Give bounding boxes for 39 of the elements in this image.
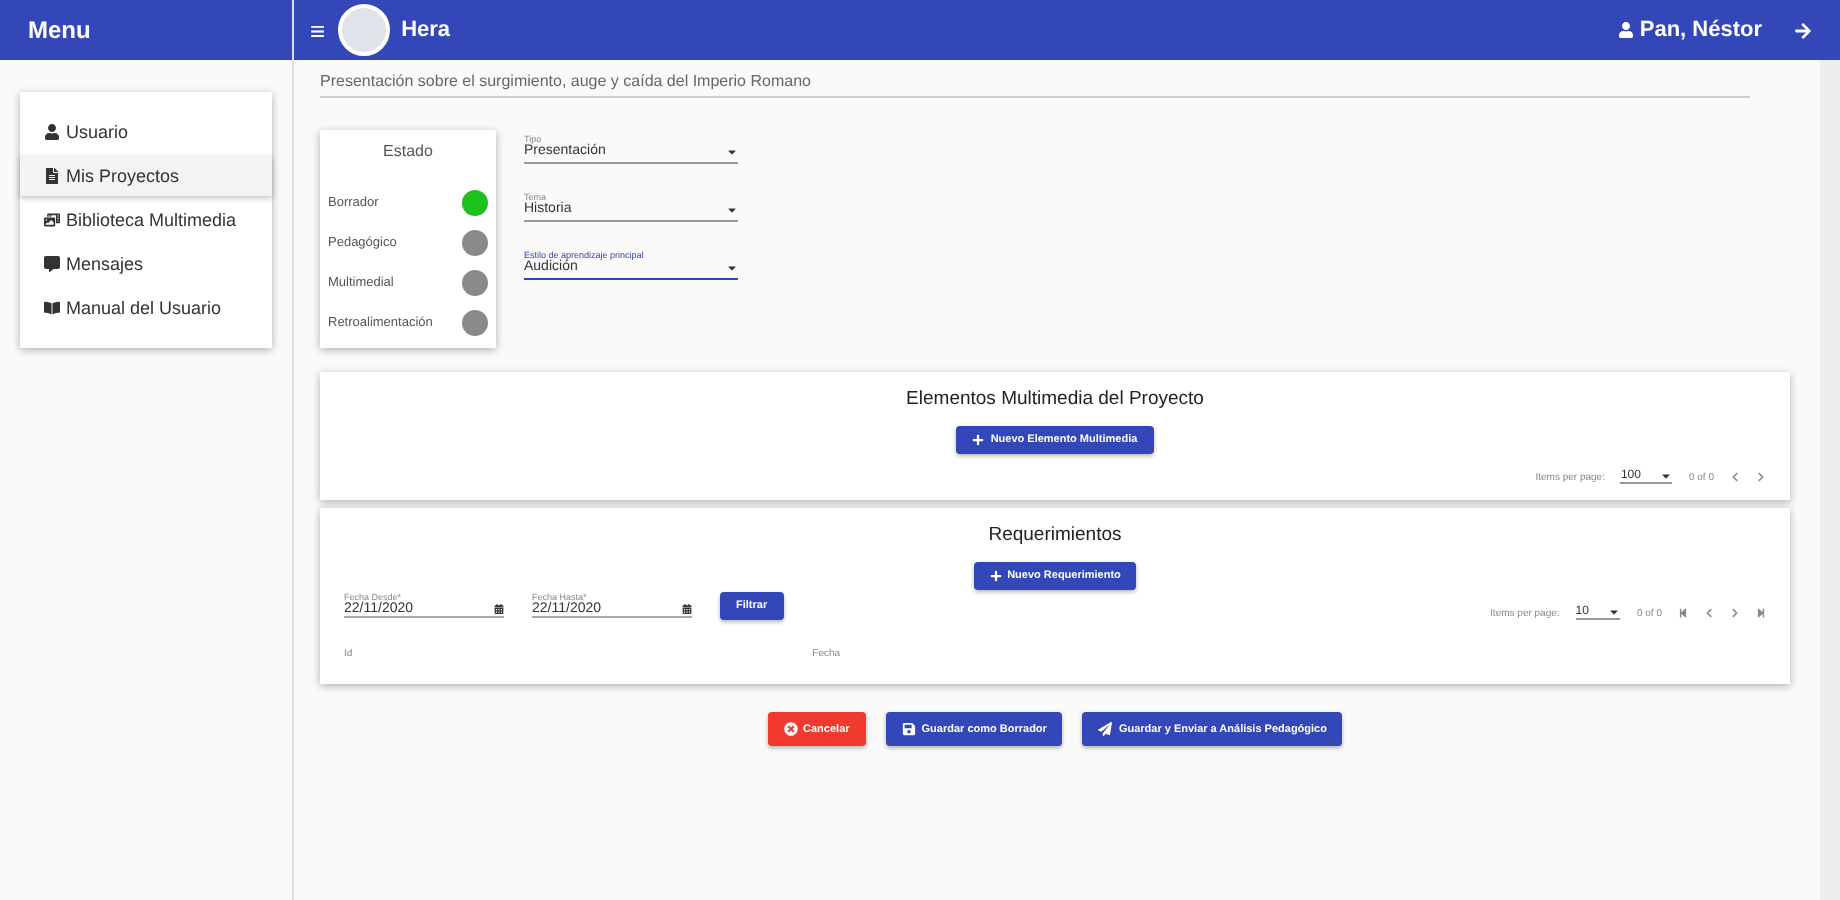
sidebar-item[interactable]: Manual del Usuario — [20, 288, 272, 328]
calendar-icon[interactable] — [494, 604, 504, 614]
book-icon — [44, 300, 60, 316]
media-icon — [44, 212, 60, 228]
plus-icon — [989, 570, 1002, 582]
sidebar-item[interactable]: Usuario — [20, 112, 272, 152]
user-icon — [1617, 22, 1634, 38]
dropdown-caret-icon — [726, 203, 738, 215]
send-icon — [1098, 722, 1113, 736]
dropdown-caret-icon — [726, 261, 738, 273]
dropdown-caret-icon — [726, 145, 738, 157]
next-page-icon[interactable] — [1756, 472, 1766, 482]
dropdown-caret-icon — [1660, 470, 1673, 482]
first-page-icon[interactable] — [1678, 608, 1688, 618]
previous-page-icon[interactable] — [1730, 472, 1740, 482]
sidebar-item[interactable]: Mensajes — [20, 244, 272, 284]
chat-icon — [44, 256, 60, 272]
dropdown-caret-icon — [1608, 606, 1621, 618]
document-icon — [44, 168, 60, 184]
logout-icon[interactable] — [1794, 21, 1812, 39]
calendar-icon[interactable] — [682, 604, 692, 614]
plus-icon — [972, 434, 985, 446]
sidebar-item[interactable]: Biblioteca Multimedia — [20, 200, 272, 240]
sidebar-item[interactable]: Mis Proyectos — [20, 156, 272, 196]
status-title: Estado — [381, 142, 435, 160]
floppy-icon — [901, 722, 916, 736]
user-menu[interactable]: Pan, Néstor — [1617, 18, 1762, 42]
next-page-icon[interactable] — [1730, 608, 1740, 618]
card-title: Requerimientos — [988, 524, 1122, 546]
menu-button[interactable]: ≡ — [310, 15, 326, 45]
menu-header: Menu — [0, 0, 292, 60]
card-title: Elementos Multimedia del Proyecto — [906, 388, 1204, 410]
last-page-icon[interactable] — [1756, 608, 1766, 618]
description-field[interactable]: Presentación sobre el surgimiento, auge y caída del Imperio Romano — [320, 60, 1750, 98]
logo-icon — [337, 4, 390, 56]
user-icon — [44, 124, 60, 140]
app-title: Hera — [401, 18, 451, 42]
cancel-icon — [783, 722, 798, 736]
previous-page-icon[interactable] — [1704, 608, 1714, 618]
